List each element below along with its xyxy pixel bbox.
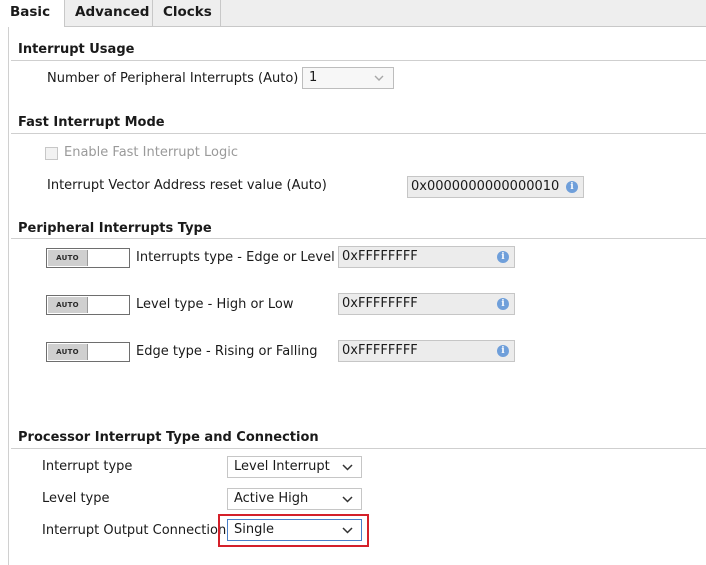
enable-fast-interrupt-label: Enable Fast Interrupt Logic	[64, 145, 238, 160]
output-connection-label: Interrupt Output Connection	[42, 523, 227, 538]
chevron-down-icon	[342, 464, 353, 471]
auto-toggle-level-type[interactable]: AUTO	[46, 295, 130, 315]
tab-advanced[interactable]: Advanced	[65, 0, 153, 26]
level-type-field[interactable]: 0xFFFFFFFF i	[338, 293, 515, 315]
auto-toggle-knob: AUTO	[48, 250, 88, 266]
num-peripheral-interrupts-label: Number of Peripheral Interrupts (Auto)	[47, 71, 299, 86]
num-peripheral-interrupts-value: 1	[309, 70, 318, 85]
interrupts-type-value: 0xFFFFFFFF	[342, 249, 418, 264]
level-type-value: 0xFFFFFFFF	[342, 296, 418, 311]
edge-type-value: 0xFFFFFFFF	[342, 343, 418, 358]
tab-clocks[interactable]: Clocks	[153, 0, 221, 26]
auto-toggle-knob: AUTO	[48, 344, 88, 360]
level-type-select-value: Active High	[234, 491, 309, 506]
auto-toggle-edge-type[interactable]: AUTO	[46, 342, 130, 362]
vector-address-value: 0x0000000000000010	[411, 179, 560, 194]
section-divider	[11, 238, 706, 239]
interrupt-type-dropdown[interactable]: Level Interrupt	[227, 456, 362, 478]
info-icon[interactable]: i	[566, 181, 578, 193]
chevron-down-icon	[374, 75, 384, 81]
level-type-select-label: Level type	[42, 491, 110, 506]
highlight-box	[218, 514, 369, 547]
level-type-label: Level type - High or Low	[136, 297, 294, 312]
section-title-peripheral-type: Peripheral Interrupts Type	[18, 221, 212, 236]
auto-toggle-knob: AUTO	[48, 297, 88, 313]
interrupts-type-field[interactable]: 0xFFFFFFFF i	[338, 246, 515, 268]
info-icon[interactable]: i	[497, 298, 509, 310]
section-divider	[11, 60, 706, 61]
section-divider	[11, 448, 706, 449]
vector-address-label: Interrupt Vector Address reset value (Au…	[47, 178, 327, 193]
enable-fast-interrupt-checkbox[interactable]	[45, 147, 58, 160]
edge-type-label: Edge type - Rising or Falling	[136, 344, 318, 359]
tab-bar: Basic Advanced Clocks	[0, 0, 706, 27]
section-title-processor: Processor Interrupt Type and Connection	[18, 430, 319, 445]
section-divider	[11, 133, 706, 134]
interrupts-type-label: Interrupts type - Edge or Level	[136, 250, 335, 265]
level-type-dropdown[interactable]: Active High	[227, 488, 362, 510]
section-title-fast-interrupt: Fast Interrupt Mode	[18, 115, 165, 130]
interrupt-type-value: Level Interrupt	[234, 459, 330, 474]
chevron-down-icon	[342, 496, 353, 503]
interrupt-type-label: Interrupt type	[42, 459, 133, 474]
auto-toggle-interrupts-type[interactable]: AUTO	[46, 248, 130, 268]
tab-basic[interactable]: Basic	[0, 0, 65, 27]
num-peripheral-interrupts-combo[interactable]: 1	[302, 67, 394, 89]
edge-type-field[interactable]: 0xFFFFFFFF i	[338, 340, 515, 362]
info-icon[interactable]: i	[497, 251, 509, 263]
info-icon[interactable]: i	[497, 345, 509, 357]
section-title-interrupt-usage: Interrupt Usage	[18, 42, 135, 57]
vector-address-field[interactable]: 0x0000000000000010 i	[407, 176, 584, 198]
